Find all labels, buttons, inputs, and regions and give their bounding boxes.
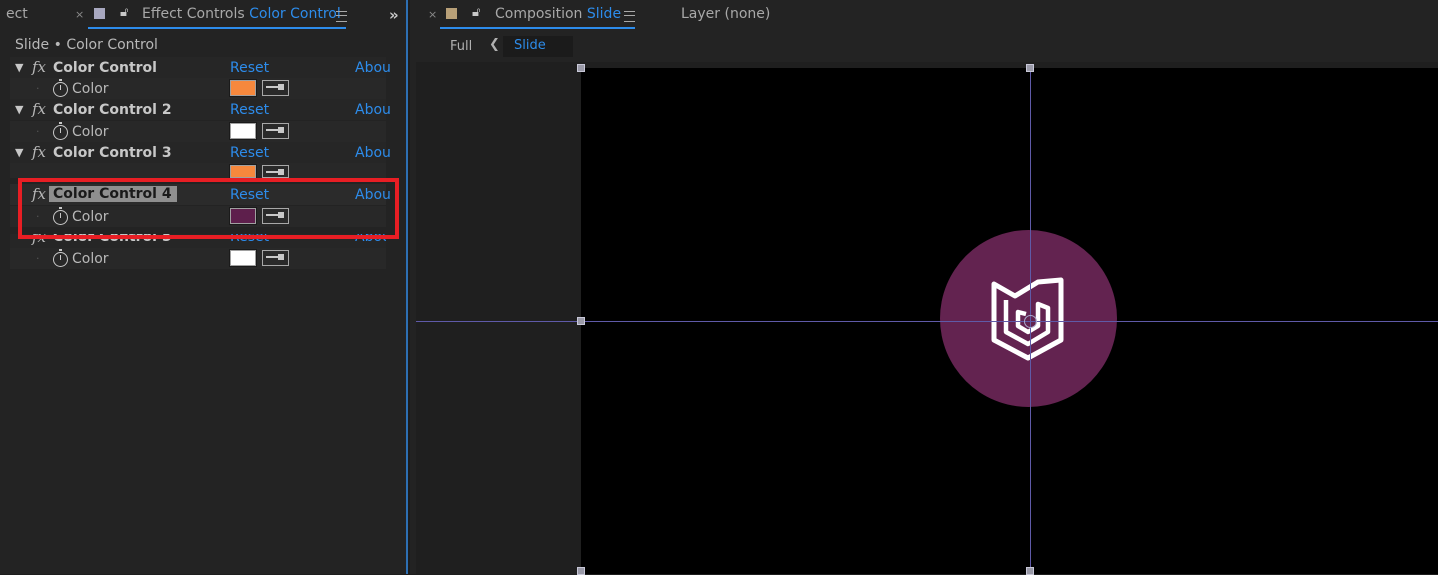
stopwatch-icon[interactable] xyxy=(53,122,68,140)
cut-tab-label[interactable]: ect xyxy=(6,6,28,22)
fx-icon[interactable]: fx xyxy=(32,58,46,76)
eyedropper-icon[interactable] xyxy=(262,250,289,266)
stopwatch-icon[interactable] xyxy=(53,249,68,267)
comp-breadcrumb-label: Slide xyxy=(514,38,546,53)
resolution-dropdown[interactable]: Full xyxy=(450,39,472,54)
property-label: Color xyxy=(72,251,109,267)
twirl-down-icon[interactable]: ▼ xyxy=(15,146,23,159)
anchor-point-icon[interactable] xyxy=(1024,315,1037,328)
property-row xyxy=(10,163,386,178)
label-color-icon xyxy=(446,8,457,19)
label-color-icon xyxy=(94,8,105,19)
tree-connector: · xyxy=(36,252,40,265)
reset-link[interactable]: Reset xyxy=(230,60,269,76)
horizontal-guide[interactable] xyxy=(416,321,1438,322)
panel-focus-border xyxy=(406,0,408,574)
left-tab-bar: ect × 🔓︎ Effect Controls Color Control » xyxy=(0,0,406,31)
fx-icon[interactable]: fx xyxy=(32,143,46,161)
effect-name: Color Control 3 xyxy=(53,145,172,161)
eyedropper-icon[interactable] xyxy=(262,80,289,96)
tree-connector: · xyxy=(36,82,40,95)
reset-link[interactable]: Reset xyxy=(230,102,269,118)
panel-menu-icon[interactable] xyxy=(624,11,635,22)
lock-icon[interactable]: 🔓︎ xyxy=(472,5,480,20)
comp-breadcrumb-slide[interactable]: Slide xyxy=(503,36,573,57)
close-icon[interactable]: × xyxy=(75,8,84,21)
eyedropper-icon[interactable] xyxy=(262,165,289,178)
breadcrumb: Slide • Color Control xyxy=(15,37,158,53)
about-link[interactable]: Abou xyxy=(355,60,391,76)
twirl-down-icon[interactable]: ▼ xyxy=(15,103,23,116)
tab-target: Color Control xyxy=(249,6,341,22)
expand-panels-icon[interactable]: » xyxy=(389,6,399,24)
color-swatch[interactable] xyxy=(229,122,257,140)
tab-target: Slide xyxy=(586,6,622,22)
color-swatch[interactable] xyxy=(229,164,257,179)
tab-layer[interactable]: Layer (none) xyxy=(681,6,770,22)
property-label: Color xyxy=(72,124,109,140)
twirl-down-icon[interactable]: ▼ xyxy=(15,61,23,74)
fx-icon[interactable]: fx xyxy=(32,100,46,118)
stopwatch-icon[interactable] xyxy=(53,79,68,97)
tab-title: Composition xyxy=(495,6,583,22)
active-tab-underline xyxy=(88,27,346,29)
bounding-handle[interactable] xyxy=(577,317,585,325)
color-swatch[interactable] xyxy=(229,249,257,267)
color-swatch[interactable] xyxy=(229,79,257,97)
tab-effect-controls[interactable]: Effect Controls Color Control xyxy=(142,6,341,22)
lock-icon[interactable]: 🔓︎ xyxy=(120,5,128,20)
tree-connector: · xyxy=(36,125,40,138)
tab-title: Effect Controls xyxy=(142,6,245,22)
eyedropper-icon[interactable] xyxy=(262,123,289,139)
about-link[interactable]: Abou xyxy=(355,145,391,161)
bounding-handle[interactable] xyxy=(1026,64,1034,72)
close-icon[interactable]: × xyxy=(428,8,437,21)
bounding-handle[interactable] xyxy=(577,64,585,72)
effect-name: Color Control 2 xyxy=(53,102,172,118)
tab-composition[interactable]: Composition Slide xyxy=(495,6,621,22)
active-tab-underline xyxy=(440,27,635,29)
about-link[interactable]: Abou xyxy=(355,102,391,118)
panel-menu-icon[interactable] xyxy=(336,11,347,22)
property-label: Color xyxy=(72,81,109,97)
effect-name: Color Control xyxy=(53,60,157,76)
chevron-left-icon[interactable]: ❮ xyxy=(489,37,500,52)
reset-link[interactable]: Reset xyxy=(230,145,269,161)
highlight-box xyxy=(18,178,399,239)
